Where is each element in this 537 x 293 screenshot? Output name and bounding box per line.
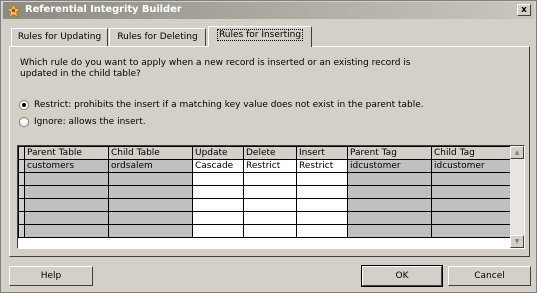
table-cell[interactable]: customers [24,159,109,173]
ignore-radio[interactable] [19,117,29,127]
table-cell[interactable] [347,185,432,199]
table-cell[interactable] [108,172,193,186]
ignore-option[interactable]: Ignore: allows the insert. [19,116,219,128]
tab-label: Rules for Inserting [216,29,304,41]
restrict-option[interactable]: Restrict: prohibits the insert if a matc… [19,99,439,111]
table-cell[interactable] [296,185,348,199]
help-button-label: Help [40,271,62,281]
scroll-up-button[interactable]: ▲ [510,146,524,159]
table-cell[interactable] [108,185,193,199]
column-header-parent-tag[interactable]: Parent Tag [347,146,432,160]
column-header-update[interactable]: Update [192,146,244,160]
table-cell[interactable] [347,224,432,238]
table-cell[interactable] [108,198,193,212]
table-cell[interactable] [296,172,348,186]
tab-rules-for-deleting[interactable]: Rules for Deleting [109,28,206,46]
referential-integrity-window: Referential Integrity Builder x Rules fo… [0,0,537,293]
rules-grid[interactable]: Parent Table Child Table Update Delete I… [17,145,525,249]
table-cell[interactable] [192,172,244,186]
table-cell[interactable] [243,211,297,225]
table-cell[interactable] [243,185,297,199]
tab-label: Rules for Updating [17,32,102,42]
table-row[interactable] [18,198,513,212]
close-icon: x [521,5,527,15]
column-header-parent-table[interactable]: Parent Table [24,146,109,160]
table-cell[interactable] [296,224,348,238]
table-cell[interactable] [347,172,432,186]
table-cell[interactable] [192,198,244,212]
ok-button-label: OK [395,271,409,281]
restrict-label: Restrict: prohibits the insert if a matc… [34,100,424,110]
table-cell[interactable] [431,224,513,238]
table-cell[interactable]: Restrict [296,159,348,173]
table-cell[interactable]: idcustomer [347,159,432,173]
column-header-delete[interactable]: Delete [243,146,297,160]
table-cell[interactable] [243,224,297,238]
table-cell[interactable] [347,198,432,212]
table-cell[interactable] [431,172,513,186]
close-button[interactable]: x [517,4,531,16]
table-cell[interactable] [243,172,297,186]
table-header-row: Parent Table Child Table Update Delete I… [18,146,513,160]
table-cell[interactable] [431,211,513,225]
table-cell[interactable] [108,211,193,225]
table-row[interactable] [18,172,513,186]
table-cell[interactable] [296,198,348,212]
ok-button[interactable]: OK [361,265,443,287]
column-header-child-table[interactable]: Child Table [108,146,193,160]
table-cell[interactable] [192,185,244,199]
arrow-up-icon: ▲ [514,149,520,156]
table-cell[interactable]: Cascade [192,159,244,173]
restrict-radio[interactable] [19,100,29,110]
table-cell[interactable] [431,185,513,199]
table-cell[interactable] [24,172,109,186]
question-text: Which rule do you want to apply when a n… [20,58,411,79]
builder-icon [7,4,20,17]
tab-rules-for-inserting[interactable]: Rules for Inserting [208,26,312,47]
column-header-insert[interactable]: Insert [296,146,348,160]
rules-table: Parent Table Child Table Update Delete I… [18,146,513,238]
table-cell[interactable] [24,224,109,238]
cancel-button[interactable]: Cancel [448,266,531,286]
scroll-down-button[interactable]: ▼ [510,235,524,248]
table-cell[interactable] [192,224,244,238]
table-cell[interactable] [296,211,348,225]
table-cell[interactable] [24,185,109,199]
arrow-down-icon: ▼ [514,238,520,245]
table-cell[interactable] [431,198,513,212]
window-title: Referential Integrity Builder [25,4,182,15]
column-header-child-tag[interactable]: Child Tag [431,146,513,160]
table-cell[interactable] [347,211,432,225]
ignore-label: Ignore: allows the insert. [34,117,146,127]
cancel-button-label: Cancel [474,271,505,281]
table-cell[interactable]: idcustomer [431,159,513,173]
table-cell[interactable]: Restrict [243,159,297,173]
table-row[interactable] [18,185,513,199]
title-bar[interactable]: Referential Integrity Builder x [3,2,534,19]
tab-rules-for-updating[interactable]: Rules for Updating [11,28,108,46]
table-row[interactable] [18,211,513,225]
tab-label: Rules for Deleting [117,32,198,42]
table-cell[interactable] [243,198,297,212]
table-row[interactable] [18,224,513,238]
vertical-scrollbar[interactable]: ▲ ▼ [510,146,524,248]
table-cell[interactable] [108,224,193,238]
table-cell[interactable] [192,211,244,225]
table-cell[interactable] [24,211,109,225]
table-row[interactable]: customers ordsalem Cascade Restrict Rest… [18,159,513,173]
table-cell[interactable]: ordsalem [108,159,193,173]
help-button[interactable]: Help [9,266,93,286]
table-cell[interactable] [24,198,109,212]
